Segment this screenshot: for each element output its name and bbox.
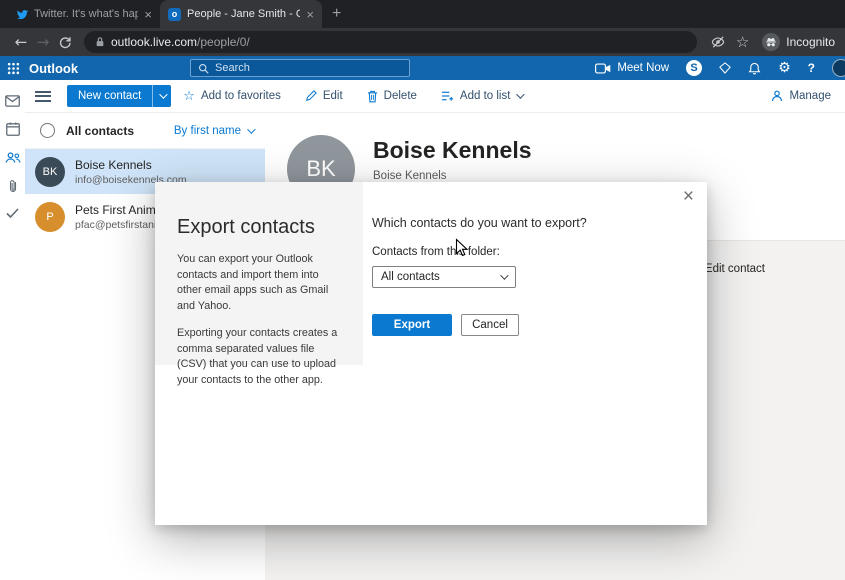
select-all-checkbox[interactable] [40,123,55,138]
incognito-indicator: Incognito [762,33,835,51]
pencil-icon [305,90,317,102]
tab-outlook-people[interactable]: o People - Jane Smith - Outlo × [160,0,322,28]
dialog-info-panel: Export contacts You can export your Outl… [155,182,363,386]
url-path: /people/0/ [197,35,250,49]
add-to-favorites-button[interactable]: ☆ Add to favorites [171,80,293,112]
close-tab-icon[interactable]: × [306,8,314,21]
add-to-list-button[interactable]: Add to list [429,80,535,112]
incognito-icon [762,33,781,51]
account-avatar[interactable] [832,59,845,77]
people-icon[interactable] [5,151,21,164]
tab-title: Twitter. It's what's happen [34,8,139,20]
app-launcher-icon[interactable] [7,62,20,75]
dialog-description-2: Exporting your contacts creates a comma … [177,327,338,386]
add-to-list-icon [441,90,454,102]
close-tab-icon[interactable]: × [144,8,152,21]
contact-list-header: All contacts By first name [25,113,265,149]
twitter-icon [16,8,28,20]
edit-label: Edit [322,90,343,102]
back-button[interactable]: ← [10,34,32,50]
hamburger-menu-icon[interactable] [35,90,51,102]
contact-title: Boise Kennels [373,137,532,163]
url-host: outlook.live.com [111,35,198,49]
folder-select[interactable]: All contacts [372,266,516,288]
premium-icon[interactable] [719,62,731,74]
command-bar: New contact ☆ Add to favorites Edit Dele… [25,80,845,113]
attachments-icon[interactable] [9,179,17,193]
dialog-title: Export contacts [177,216,315,238]
skype-icon[interactable]: S [686,60,703,76]
outlook-brand: Outlook [29,60,79,76]
header-actions: Meet Now S ⚙ ? [595,56,845,80]
star-icon: ☆ [183,88,195,104]
folder-label: Contacts from this folder: [372,246,500,258]
settings-gear-icon[interactable]: ⚙ [778,61,791,75]
dialog-description-1: You can export your Outlook contacts and… [177,253,329,312]
edit-contact-label: Edit contact [704,263,765,275]
export-button[interactable]: Export [372,314,452,336]
forward-button[interactable]: → [32,34,54,50]
app-rail [0,80,25,580]
tab-title: People - Jane Smith - Outlo [187,8,301,20]
mail-icon[interactable] [5,95,20,107]
new-tab-button[interactable]: + [332,6,341,22]
notifications-icon[interactable] [748,62,761,75]
tab-twitter[interactable]: Twitter. It's what's happen × [8,0,160,28]
export-contacts-dialog: Export contacts You can export your Outl… [155,182,707,525]
camera-icon [595,62,611,74]
calendar-icon[interactable] [5,122,20,136]
bookmark-star-icon[interactable]: ☆ [736,33,749,51]
meet-now-button[interactable]: Meet Now [595,62,669,74]
manage-button[interactable]: Manage [759,80,845,112]
outlook-favicon-icon: o [168,7,181,21]
delete-label: Delete [383,90,417,102]
edit-button[interactable]: Edit [293,80,355,112]
outlook-header: Outlook Meet Now S ⚙ ? [0,56,845,80]
avatar: BK [35,156,65,187]
meet-now-label: Meet Now [617,62,670,74]
browser-window: Twitter. It's what's happen × o People -… [0,0,845,580]
eye-blocked-icon[interactable] [710,34,726,50]
new-contact-button[interactable]: New contact [67,85,172,107]
folder-select-value: All contacts [381,271,440,283]
new-contact-label[interactable]: New contact [67,85,153,107]
person-icon [771,90,783,102]
new-contact-dropdown[interactable] [152,85,172,107]
lock-icon [95,36,105,48]
add-to-list-label: Add to list [459,90,511,102]
search-icon [198,63,209,74]
manage-label: Manage [789,90,831,102]
reload-button[interactable] [54,35,76,49]
todo-icon[interactable] [6,208,19,218]
add-to-favorites-label: Add to favorites [200,90,281,102]
tab-strip: Twitter. It's what's happen × o People -… [0,0,845,28]
mouse-cursor [455,238,469,258]
close-dialog-icon[interactable]: × [683,187,694,206]
url-bar[interactable]: outlook.live.com/people/0/ [84,31,697,53]
dialog-question: Which contacts do you want to export? [372,216,587,230]
cancel-button[interactable]: Cancel [461,314,519,336]
sort-dropdown[interactable]: By first name [173,124,256,137]
incognito-label: Incognito [786,35,835,49]
sort-label: By first name [173,124,241,137]
avatar: P [35,201,65,232]
contact-subtitle: Boise Kennels [373,170,447,182]
address-bar: ← → outlook.live.com/people/0/ ☆ Incogni… [0,28,845,56]
search-box[interactable] [190,59,410,77]
help-icon[interactable]: ? [808,61,815,75]
contact-name: Boise Kennels [75,157,152,172]
trash-icon [367,90,378,103]
search-input[interactable] [215,62,402,74]
list-title: All contacts [66,123,135,138]
delete-button[interactable]: Delete [355,80,429,112]
dialog-content: Which contacts do you want to export? Co… [372,216,587,336]
